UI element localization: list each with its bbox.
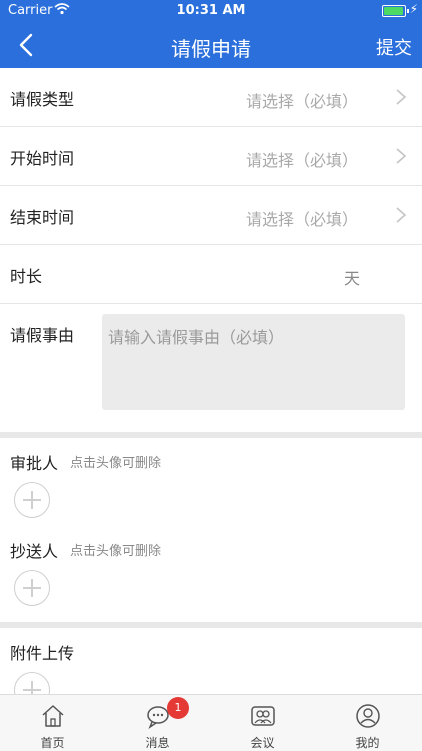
tab-meeting[interactable]: 会议 [210,695,315,751]
leave-form: 请假类型 请选择（必填） 开始时间 请选择（必填） 结束时间 请选择（必填） 时… [0,68,422,434]
charging-icon: ⚡ [409,2,418,16]
tab-bar: 首页 1 消息 会议 我的 [0,694,422,751]
chevron-right-icon [396,148,407,164]
profile-icon [356,704,380,728]
chevron-right-icon [396,89,407,105]
home-icon [42,705,64,727]
attachments-section: 附件上传 [0,628,422,694]
cc-hint: 点击头像可删除 [70,544,162,559]
nav-bar: 请假申请 提交 [0,22,422,68]
approvers-section: 审批人 点击头像可删除 抄送人 点击头像可删除 [0,438,422,622]
submit-button[interactable]: 提交 [376,34,412,60]
tab-meeting-label: 会议 [250,736,275,750]
add-attachment-button[interactable] [14,672,50,694]
add-approver-button[interactable] [14,482,50,518]
meeting-icon [251,706,275,726]
leave-type-select[interactable]: 请选择（必填） [246,88,358,112]
start-time-select[interactable]: 请选择（必填） [246,147,358,171]
tab-messages[interactable]: 1 消息 [105,695,210,751]
reason-label: 请假事由 [10,326,75,345]
page-title: 请假申请 [171,37,251,61]
leave-type-row[interactable]: 请假类型 请选择（必填） [0,68,422,127]
duration-label: 时长 [10,267,43,286]
tab-home[interactable]: 首页 [0,695,105,751]
start-time-row[interactable]: 开始时间 请选择（必填） [0,127,422,186]
reason-textarea[interactable]: 请输入请假事由（必填） [102,314,405,410]
chevron-right-icon [396,207,407,223]
tab-profile-label: 我的 [355,736,380,750]
cc-title: 抄送人 [10,542,59,561]
end-time-row[interactable]: 结束时间 请选择（必填） [0,186,422,245]
battery-icon [382,5,409,17]
add-cc-button[interactable] [14,570,50,606]
approvers-title: 审批人 [10,454,59,473]
approvers-hint: 点击头像可删除 [70,456,162,471]
clock: 10:31 AM [176,3,246,18]
start-time-label: 开始时间 [10,149,75,168]
duration-row: 时长 天 [0,245,422,304]
tab-messages-label: 消息 [145,736,170,750]
end-time-label: 结束时间 [10,208,75,227]
duration-unit: 天 [343,269,360,288]
tab-profile[interactable]: 我的 [315,695,420,751]
status-bar: Carrier 10:31 AM ⚡ [0,0,422,22]
reason-row: 请假事由 请输入请假事由（必填） [0,304,422,434]
end-time-select[interactable]: 请选择（必填） [246,206,358,230]
leave-type-label: 请假类型 [10,90,75,109]
tab-home-label: 首页 [40,736,65,750]
attachments-title: 附件上传 [10,644,75,663]
message-badge: 1 [167,697,189,719]
